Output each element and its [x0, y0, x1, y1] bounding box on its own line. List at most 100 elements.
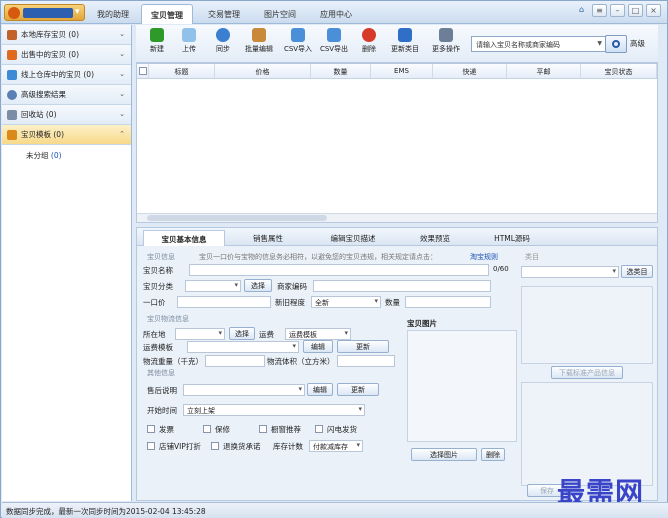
item-editor: 宝贝基本信息 销售属性 编辑宝贝描述 效果预览 HTML源码 宝贝信息 宝贝一口… [136, 227, 658, 501]
freight-template-select[interactable] [187, 341, 299, 353]
csv-import-button[interactable]: CSV导入 [282, 28, 314, 54]
chevron-down-icon: ▾ [75, 7, 80, 17]
chevron-down-icon[interactable]: ▼ [597, 40, 602, 47]
sidebar-item-on-sale[interactable]: 出售中的宝贝 (0) ⌄ [2, 45, 131, 65]
delete-button[interactable]: 删除 [356, 28, 382, 54]
tab-apps[interactable]: 应用中心 [311, 4, 361, 24]
col-status[interactable]: 宝贝状态 [581, 64, 657, 78]
tab-items[interactable]: 宝贝管理 [141, 4, 193, 24]
invoice-checkbox[interactable] [147, 425, 155, 433]
download-std-button[interactable]: 下载标准产品信息 [551, 366, 623, 379]
select-category-button[interactable]: 选类目 [621, 265, 653, 278]
after-sale-edit-button[interactable]: 编辑 [307, 383, 333, 396]
new-button[interactable]: 新建 [144, 28, 170, 54]
qty-label: 数量 [385, 298, 400, 307]
name-field[interactable] [189, 264, 489, 276]
menu-icon[interactable]: ≡ [592, 4, 607, 17]
vip-discount-checkbox[interactable] [147, 442, 155, 450]
freight-update-button[interactable]: 更新 [337, 340, 389, 353]
condition-select[interactable]: 全新 [311, 296, 381, 308]
tab-html-source[interactable]: HTML源码 [477, 230, 547, 246]
tab-trade[interactable]: 交易管理 [199, 4, 249, 24]
sidebar-item-recycle[interactable]: 回收站 (0) ⌄ [2, 105, 131, 125]
sidebar-item-templates[interactable]: 宝贝模板 (0) ⌃ [2, 125, 131, 145]
freight-template-label: 运费模板 [143, 343, 173, 352]
after-sale-select[interactable] [183, 384, 305, 396]
trash-icon [7, 109, 17, 120]
app-logo[interactable]: ▾ [4, 4, 85, 21]
qty-field[interactable] [405, 296, 491, 308]
horizontal-scrollbar[interactable] [137, 213, 657, 222]
app-window: ▾ 我的助理 宝贝管理 交易管理 图片空间 应用中心 ⌂ ≡ – □ × 本地库… [0, 0, 668, 518]
close-icon[interactable]: × [646, 4, 661, 17]
recommend-checkbox[interactable] [259, 425, 267, 433]
search-input[interactable]: 请输入宝贝名称或商家编码 ▼ [471, 36, 606, 52]
more-icon [439, 28, 453, 42]
select-image-button[interactable]: 选择图片 [411, 448, 477, 461]
col-title[interactable]: 标题 [149, 64, 215, 78]
category-select[interactable] [521, 266, 619, 278]
exchange-checkbox[interactable] [211, 442, 219, 450]
warranty-checkbox[interactable] [203, 425, 211, 433]
template-icon [7, 129, 17, 140]
rules-tip: 宝贝一口价与宝物的信息务必相符，以避免您的宝贝违规，相关规定请点击： [199, 253, 437, 261]
sidebar-subitem-ungrouped[interactable]: 未分组 (0) [2, 145, 131, 161]
batch-edit-button[interactable]: 批量编辑 [242, 28, 276, 54]
csv-export-button[interactable]: CSV导出 [318, 28, 350, 54]
tab-assistant[interactable]: 我的助理 [91, 4, 135, 24]
download-icon [398, 28, 412, 42]
sidebar-item-warehouse[interactable]: 线上仓库中的宝贝 (0) ⌄ [2, 65, 131, 85]
sidebar-item-advanced-search[interactable]: 高级搜索结果 ⌄ [2, 85, 131, 105]
image-list[interactable] [407, 330, 517, 442]
freight-edit-button[interactable]: 编辑 [303, 340, 333, 353]
minimize-icon[interactable]: – [610, 4, 625, 17]
class-select[interactable] [185, 280, 241, 292]
tab-edit-desc[interactable]: 编辑宝贝描述 [313, 230, 393, 246]
weight-label: 物流重量（千克） [143, 357, 203, 366]
sync-button[interactable]: 同步 [210, 28, 236, 54]
rules-link[interactable]: 淘宝规则 [470, 252, 498, 262]
chevron-down-icon: ⌄ [119, 50, 125, 58]
select-all-cell [137, 64, 149, 78]
logo-bar [23, 8, 73, 18]
class-label: 宝贝分类 [143, 282, 173, 291]
name-count: 0/60 [493, 265, 509, 273]
col-qty[interactable]: 数量 [311, 64, 371, 78]
col-ems[interactable]: EMS [371, 64, 433, 78]
update-category-button[interactable]: 更新类目 [388, 28, 422, 54]
location-select[interactable] [175, 328, 225, 340]
flash-delivery-checkbox[interactable] [315, 425, 323, 433]
select-all-checkbox[interactable] [138, 67, 147, 75]
sidebar-item-local-stock[interactable]: 本地库存宝贝 (0) ⌄ [2, 25, 131, 45]
stock-count-select[interactable]: 付款减库存 [309, 440, 363, 452]
tab-images[interactable]: 图片空间 [255, 4, 305, 24]
merchant-code-field[interactable] [313, 280, 491, 292]
volume-field[interactable] [337, 355, 395, 367]
col-mail[interactable]: 平邮 [507, 64, 581, 78]
col-express[interactable]: 快递 [433, 64, 507, 78]
start-time-select[interactable]: 立刻上架 [183, 404, 365, 416]
sidebar-item-label: 本地库存宝贝 (0) [21, 30, 80, 39]
weight-field[interactable] [205, 355, 265, 367]
top-tab-bar: ▾ 我的助理 宝贝管理 交易管理 图片空间 应用中心 ⌂ ≡ – □ × [1, 1, 667, 24]
class-select-button[interactable]: 选择 [244, 279, 272, 292]
more-actions-button[interactable]: 更多操作 [428, 28, 464, 54]
freight-select[interactable]: 运费模板 [285, 328, 351, 340]
maximize-icon[interactable]: □ [628, 4, 643, 17]
home-icon[interactable]: ⌂ [574, 4, 589, 17]
location-select-button[interactable]: 选择 [229, 327, 255, 340]
upload-button[interactable]: 上传 [176, 28, 202, 54]
sidebar: 本地库存宝贝 (0) ⌄ 出售中的宝贝 (0) ⌄ 线上仓库中的宝贝 (0) ⌄… [2, 25, 132, 501]
delete-image-button[interactable]: 删除 [481, 448, 505, 461]
tab-sale-attrs[interactable]: 销售属性 [233, 230, 303, 246]
tab-basic-info[interactable]: 宝贝基本信息 [143, 230, 225, 246]
box-icon [7, 29, 17, 40]
scrollbar-thumb[interactable] [147, 215, 327, 221]
advanced-search-link[interactable]: 高级 [630, 38, 645, 49]
search-button[interactable] [605, 35, 627, 53]
price-field[interactable] [177, 296, 271, 308]
after-sale-update-button[interactable]: 更新 [337, 383, 379, 396]
tab-preview[interactable]: 效果预览 [403, 230, 467, 246]
table-header: 标题 价格 数量 EMS 快递 平邮 宝贝状态 [137, 64, 657, 79]
col-price[interactable]: 价格 [215, 64, 311, 78]
